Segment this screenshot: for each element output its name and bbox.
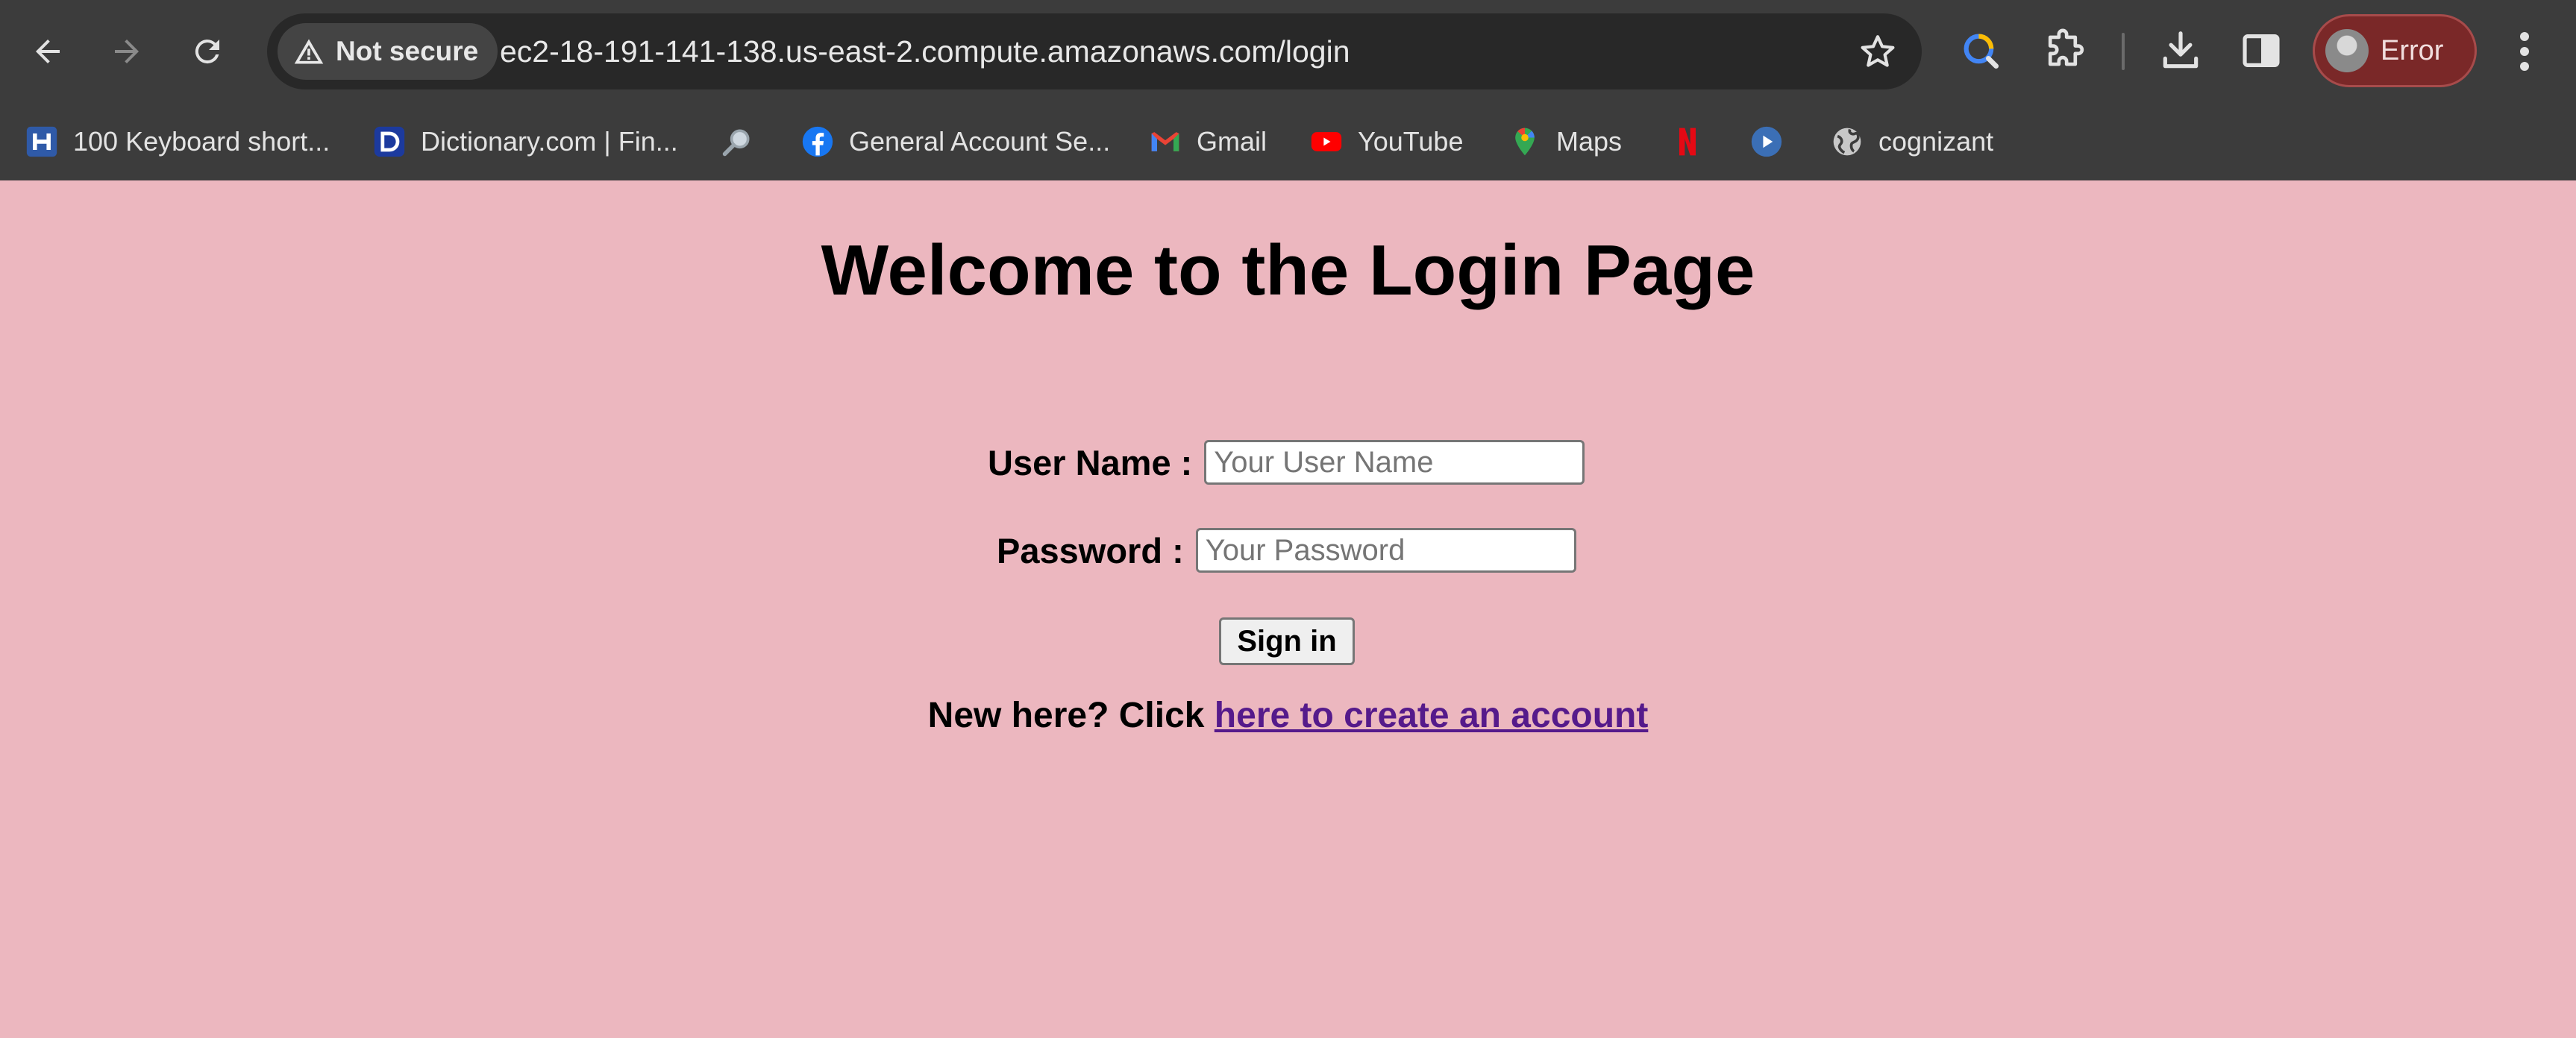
side-panel-icon[interactable] — [2238, 28, 2284, 74]
profile-label: Error — [2381, 34, 2444, 66]
bookmark-label: 100 Keyboard short... — [73, 126, 330, 157]
username-input[interactable] — [1204, 440, 1585, 485]
bookmark-label: Maps — [1556, 126, 1623, 157]
bookmark-dictionary[interactable]: Dictionary.com | Fin... — [373, 103, 678, 180]
bookmark-maps[interactable]: Maps — [1508, 103, 1622, 180]
bookmarks-bar: 100 Keyboard short... Dictionary.com | F… — [0, 103, 2576, 180]
dictionary-icon — [373, 125, 406, 158]
netflix-icon — [1671, 125, 1704, 158]
new-account-prompt: New here? Click here to create an accoun… — [0, 695, 2576, 736]
bookmark-youtube[interactable]: YouTube — [1310, 103, 1463, 180]
bookmark-magnifier[interactable] — [721, 103, 768, 180]
bookmark-facebook[interactable]: General Account Se... — [801, 103, 1110, 180]
address-bar[interactable]: Not secure ec2-18-191-141-138.us-east-2.… — [267, 13, 1922, 89]
reload-button[interactable] — [178, 22, 237, 81]
download-icon[interactable] — [2157, 28, 2204, 74]
menu-kebab-icon[interactable] — [2510, 29, 2539, 74]
bookmark-keyboard-shortcuts[interactable]: 100 Keyboard short... — [25, 103, 330, 180]
login-page: Welcome to the Login Page User Name : Pa… — [0, 180, 2576, 1038]
new-here-text: New here? Click — [927, 696, 1215, 735]
bookmark-label: Dictionary.com | Fin... — [421, 126, 678, 157]
bookmark-cognizant[interactable]: cognizant — [1831, 103, 1993, 180]
profile-button[interactable]: Error — [2313, 14, 2477, 87]
bookmark-label: General Account Se... — [849, 126, 1111, 157]
username-label: User Name : — [988, 442, 1193, 482]
bookmark-label: Gmail — [1197, 126, 1267, 157]
url-text[interactable]: ec2-18-191-141-138.us-east-2.compute.ama… — [500, 13, 1350, 89]
globe-icon — [1831, 125, 1864, 158]
toolbar-separator — [2122, 33, 2125, 70]
play-icon — [1750, 125, 1783, 158]
bookmark-play[interactable] — [1750, 103, 1798, 180]
browser-toolbar: Not secure ec2-18-191-141-138.us-east-2.… — [0, 0, 2576, 103]
magnifier-icon — [721, 125, 753, 158]
forward-button[interactable] — [97, 22, 157, 81]
h-logo-icon — [25, 125, 58, 158]
reload-icon — [195, 40, 219, 64]
facebook-icon — [801, 125, 834, 158]
password-row: Password : — [997, 528, 1576, 573]
bookmark-star-icon[interactable] — [1859, 33, 1896, 70]
bookmark-label: YouTube — [1358, 126, 1464, 157]
security-chip-label: Not secure — [336, 36, 479, 66]
password-label: Password : — [997, 530, 1184, 570]
youtube-icon — [1310, 125, 1343, 158]
maps-icon — [1508, 125, 1541, 158]
extensions-icon[interactable] — [2040, 28, 2086, 74]
browser-chrome: Not secure ec2-18-191-141-138.us-east-2.… — [0, 0, 2576, 180]
bookmark-gmail[interactable]: Gmail — [1149, 103, 1267, 180]
warning-icon — [294, 39, 324, 64]
arrow-right-icon — [115, 40, 139, 63]
avatar — [2325, 29, 2369, 72]
security-chip[interactable]: Not secure — [278, 23, 498, 80]
create-account-link[interactable]: here to create an account — [1215, 696, 1649, 735]
google-lens-icon[interactable] — [1958, 28, 2004, 74]
arrow-left-icon — [36, 40, 60, 63]
sign-in-button[interactable]: Sign in — [1219, 617, 1355, 665]
gmail-icon — [1149, 125, 1182, 158]
back-button[interactable] — [18, 22, 78, 81]
page-title: Welcome to the Login Page — [821, 230, 1755, 310]
bookmark-label: cognizant — [1878, 126, 1994, 157]
bookmark-netflix[interactable] — [1671, 103, 1719, 180]
password-input[interactable] — [1195, 528, 1576, 573]
username-row: User Name : — [988, 440, 1585, 485]
